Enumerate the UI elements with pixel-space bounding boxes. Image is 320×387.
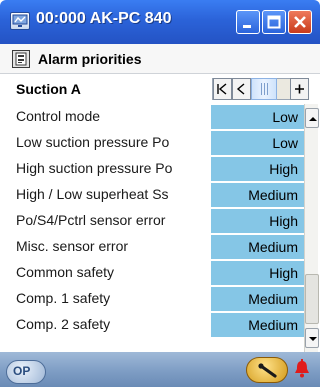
display-icon	[10, 12, 30, 30]
priority-value[interactable]: Medium	[211, 183, 304, 207]
priority-value[interactable]: Low	[211, 131, 304, 155]
row-label: Comp. 1 safety	[16, 290, 111, 306]
priority-value[interactable]: High	[211, 261, 304, 285]
table-row: Common safety High	[0, 260, 304, 286]
previous-page-button[interactable]	[232, 78, 251, 100]
table-row: Control mode Low	[0, 104, 304, 130]
close-button[interactable]	[288, 10, 312, 34]
priority-value[interactable]: High	[211, 209, 304, 233]
table-row: Po/S4/Pctrl sensor error High	[0, 208, 304, 234]
scroll-down-button[interactable]	[305, 328, 319, 348]
scroll-up-button[interactable]	[305, 108, 319, 128]
priority-value[interactable]: Medium	[211, 235, 304, 259]
table-row: Misc. sensor error Medium	[0, 234, 304, 260]
scrollbar-thumb[interactable]	[305, 274, 319, 324]
priority-value[interactable]: Medium	[211, 313, 304, 337]
priority-value[interactable]: Low	[211, 105, 304, 129]
next-page-button[interactable]	[290, 78, 309, 100]
row-label: Control mode	[16, 108, 101, 124]
vertical-scrollbar[interactable]	[304, 104, 319, 352]
row-label: Po/S4/Pctrl sensor error	[16, 212, 166, 228]
list-icon	[12, 50, 30, 68]
table-row: High suction pressure Po High	[0, 156, 304, 182]
row-label: High suction pressure Po	[16, 160, 173, 176]
bottom-toolbar: OP	[0, 352, 320, 387]
first-page-button[interactable]	[213, 78, 232, 100]
table-row: Comp. 1 safety Medium	[0, 286, 304, 312]
section-nav-thumb[interactable]	[251, 78, 277, 100]
table-row: Comp. 2 safety Medium	[0, 312, 304, 338]
row-label: Low suction pressure Po	[16, 134, 170, 150]
row-label: Comp. 2 safety	[16, 316, 111, 332]
window-titlebar: 00:000 AK-PC 840	[0, 0, 320, 44]
priority-value[interactable]: High	[211, 157, 304, 181]
operator-label: OP	[13, 364, 31, 378]
row-label: High / Low superheat Ss	[16, 186, 169, 202]
section-title: Suction A	[16, 81, 81, 97]
minimize-button[interactable]	[236, 10, 260, 34]
row-label: Common safety	[16, 264, 115, 280]
page-title: Alarm priorities	[38, 51, 142, 67]
row-label: Misc. sensor error	[16, 238, 129, 254]
operator-icon[interactable]: OP	[6, 360, 46, 384]
window-title: 00:000 AK-PC 840	[36, 10, 172, 27]
table-row: Low suction pressure Po Low	[0, 130, 304, 156]
priority-value[interactable]: Medium	[211, 287, 304, 311]
page-header: Alarm priorities	[0, 44, 320, 74]
section-header: Suction A	[0, 74, 320, 104]
alarm-bell-icon[interactable]	[292, 358, 312, 385]
tool-icon[interactable]	[246, 357, 288, 383]
maximize-button[interactable]	[262, 10, 286, 34]
alarm-priority-table: Control mode Low Low suction pressure Po…	[0, 104, 304, 338]
table-row: High / Low superheat Ss Medium	[0, 182, 304, 208]
